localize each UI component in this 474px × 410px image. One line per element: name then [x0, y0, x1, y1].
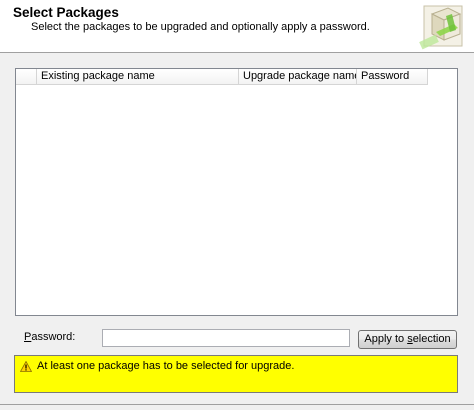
wizard-header: Select Packages Select the packages to b… [0, 0, 474, 53]
password-label-text: assword: [31, 331, 76, 343]
page-subtitle: Select the packages to be upgraded and o… [31, 21, 370, 33]
bottom-divider [0, 404, 474, 405]
warning-message: At least one package has to be selected … [37, 360, 295, 372]
package-list[interactable]: Existing package name Upgrade package na… [15, 68, 458, 316]
column-header-existing-package-name[interactable]: Existing package name [37, 69, 239, 84]
validation-warning: At least one package has to be selected … [14, 355, 458, 393]
column-header-password[interactable]: Password [357, 69, 428, 84]
apply-button-label-before: Apply to [364, 333, 408, 345]
package-list-body[interactable] [16, 85, 457, 315]
page-title: Select Packages [13, 5, 119, 20]
password-label: Password: [24, 331, 75, 343]
package-upgrade-icon [419, 5, 463, 50]
apply-button-label-after: election [412, 333, 451, 345]
package-list-header: Existing package name Upgrade package na… [16, 69, 428, 85]
password-input[interactable] [102, 329, 350, 347]
column-header-select[interactable] [16, 69, 37, 84]
warning-icon [20, 361, 32, 372]
apply-to-selection-button[interactable]: Apply to selection [358, 330, 457, 349]
column-header-upgrade-package-name[interactable]: Upgrade package name [239, 69, 357, 84]
